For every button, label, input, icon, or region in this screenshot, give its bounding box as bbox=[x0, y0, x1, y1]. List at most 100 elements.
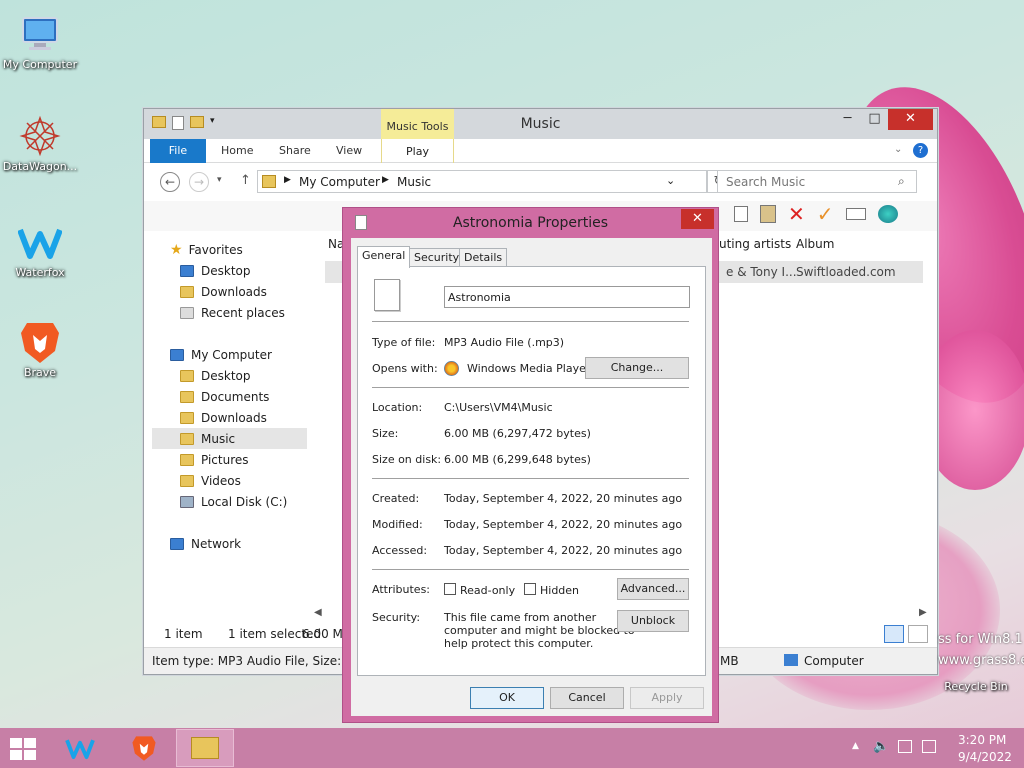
nav-network[interactable]: Network bbox=[170, 534, 241, 554]
hidden-label[interactable]: Hidden bbox=[540, 584, 579, 597]
breadcrumb-my-computer[interactable]: My Computer bbox=[299, 175, 380, 189]
desktop-icon-datawagon[interactable]: DataWagon... bbox=[0, 114, 80, 173]
drive-icon bbox=[180, 496, 194, 508]
recent-places-icon bbox=[180, 307, 194, 319]
unblock-button[interactable]: Unblock bbox=[617, 610, 689, 632]
status-item-count: 1 item bbox=[164, 627, 203, 641]
address-bar[interactable]: ▶ My Computer ▶ Music ⌄ bbox=[257, 170, 707, 193]
location-value: C:\Users\VM4\Music bbox=[444, 401, 553, 414]
desktop-icon-waterfox[interactable]: Waterfox bbox=[0, 220, 80, 279]
nav-recent-places[interactable]: Recent places bbox=[180, 303, 285, 323]
chevron-down-icon[interactable]: ⌄ bbox=[894, 144, 902, 155]
type-value: MP3 Audio File (.mp3) bbox=[444, 336, 565, 349]
details-size: MB bbox=[720, 654, 739, 668]
nav-local-disk[interactable]: Local Disk (C:) bbox=[180, 492, 287, 512]
chevron-down-icon[interactable]: ⌄ bbox=[666, 174, 675, 187]
up-icon[interactable]: ↑ bbox=[240, 173, 251, 188]
tab-view[interactable]: View bbox=[336, 144, 362, 157]
nav-music[interactable]: Music bbox=[180, 429, 235, 449]
filename-field[interactable]: Astronomia bbox=[444, 286, 690, 308]
tab-home[interactable]: Home bbox=[221, 144, 253, 157]
desktop-icon-label: Recycle Bin bbox=[944, 680, 1008, 693]
nav-label: Recent places bbox=[201, 306, 285, 320]
close-button[interactable]: ✕ bbox=[888, 109, 933, 130]
tab-file[interactable]: File bbox=[150, 139, 206, 163]
dialog-close-button[interactable]: ✕ bbox=[681, 209, 714, 229]
tab-details[interactable]: Details bbox=[459, 248, 508, 266]
recycle-bin-icon bbox=[954, 640, 998, 678]
network-icon[interactable] bbox=[898, 740, 912, 753]
details-view-icon[interactable] bbox=[884, 625, 904, 643]
search-icon[interactable]: ⌕ bbox=[898, 174, 905, 189]
nav-videos[interactable]: Videos bbox=[180, 471, 241, 491]
ok-button[interactable]: OK bbox=[470, 687, 544, 709]
documents-folder-icon bbox=[180, 391, 194, 403]
breadcrumb-music[interactable]: Music bbox=[397, 175, 431, 189]
column-contributing-artists[interactable]: uting artists bbox=[719, 237, 791, 251]
large-icons-view-icon[interactable] bbox=[908, 625, 928, 643]
desktop-icon-label: Waterfox bbox=[15, 266, 65, 279]
nav-documents[interactable]: Documents bbox=[180, 387, 269, 407]
nav-my-computer[interactable]: My Computer bbox=[170, 345, 272, 365]
desktop-icon-recycle-bin[interactable]: Recycle Bin bbox=[935, 640, 1017, 693]
tab-general[interactable]: General bbox=[357, 246, 411, 268]
explorer-titlebar[interactable]: ▾ Music Tools Music ─ □ ✕ bbox=[144, 109, 937, 139]
desktop-icon bbox=[180, 265, 194, 277]
search-box[interactable]: Search Music ⌕ bbox=[717, 170, 917, 193]
checkmark-icon[interactable]: ✓ bbox=[817, 204, 834, 224]
scroll-right-icon[interactable]: ▶ bbox=[919, 607, 927, 618]
properties-dialog[interactable]: Astronomia Properties ✕ General Security… bbox=[342, 207, 719, 723]
advanced-button[interactable]: Advanced... bbox=[617, 578, 689, 600]
nav-label: Videos bbox=[201, 474, 241, 488]
clock-time[interactable]: 3:20 PM bbox=[958, 733, 1006, 747]
taskbar-brave-icon[interactable] bbox=[124, 732, 164, 764]
help-icon[interactable]: ? bbox=[913, 143, 928, 158]
nav-downloads[interactable]: Downloads bbox=[180, 282, 267, 302]
recent-locations-icon[interactable]: ▾ bbox=[217, 175, 222, 185]
rename-icon[interactable] bbox=[845, 208, 866, 220]
nav-pictures[interactable]: Pictures bbox=[180, 450, 249, 470]
search-input[interactable]: Search Music bbox=[726, 175, 805, 189]
column-album[interactable]: Album bbox=[796, 237, 834, 251]
delete-icon[interactable]: ✕ bbox=[788, 204, 805, 224]
hidden-checkbox[interactable] bbox=[524, 583, 536, 595]
maximize-button[interactable]: □ bbox=[861, 109, 888, 130]
change-button[interactable]: Change... bbox=[585, 357, 689, 379]
volume-icon[interactable]: 🔈 bbox=[873, 739, 889, 754]
start-windows-icon[interactable] bbox=[10, 738, 36, 760]
action-center-icon[interactable] bbox=[922, 740, 936, 753]
nav-desktop[interactable]: Desktop bbox=[180, 261, 251, 281]
computer-icon bbox=[18, 12, 62, 56]
security-text-line: This file came from another bbox=[444, 611, 597, 624]
readonly-checkbox[interactable] bbox=[444, 583, 456, 595]
nav-computer-desktop[interactable]: Desktop bbox=[180, 366, 251, 386]
taskbar-waterfox-icon[interactable] bbox=[60, 732, 100, 764]
taskbar-file-explorer-icon[interactable] bbox=[176, 729, 234, 767]
minimize-button[interactable]: ─ bbox=[834, 109, 861, 130]
desktop-icon-my-computer[interactable]: My Computer bbox=[0, 12, 80, 71]
divider bbox=[372, 478, 689, 479]
breadcrumb-separator-icon: ▶ bbox=[382, 175, 389, 185]
nav-favorites[interactable]: ★ Favorites bbox=[170, 240, 243, 260]
tab-play[interactable]: Play bbox=[381, 139, 454, 163]
created-label: Created: bbox=[372, 492, 420, 505]
back-icon[interactable]: ← bbox=[160, 172, 180, 192]
clock-date[interactable]: 9/4/2022 bbox=[958, 750, 1012, 764]
cancel-button[interactable]: Cancel bbox=[550, 687, 624, 709]
show-hidden-icons-icon[interactable]: ▲ bbox=[852, 741, 859, 751]
shell-icon[interactable] bbox=[877, 205, 898, 223]
forward-icon[interactable]: → bbox=[189, 172, 209, 192]
tab-share[interactable]: Share bbox=[279, 144, 311, 157]
paste-icon[interactable] bbox=[760, 205, 776, 223]
media-player-icon bbox=[444, 361, 459, 376]
star-icon: ★ bbox=[170, 242, 183, 258]
readonly-label[interactable]: Read-only bbox=[460, 584, 515, 597]
desktop-icon-brave[interactable]: Brave bbox=[0, 320, 80, 379]
tab-security[interactable]: Security bbox=[409, 248, 465, 266]
copy-icon[interactable] bbox=[734, 206, 748, 222]
nav-computer-downloads[interactable]: Downloads bbox=[180, 408, 267, 428]
accessed-value: Today, September 4, 2022, 20 minutes ago bbox=[444, 544, 683, 557]
security-text-line: computer and might be blocked to bbox=[444, 624, 635, 637]
apply-button[interactable]: Apply bbox=[630, 687, 704, 709]
scroll-left-icon[interactable]: ◀ bbox=[314, 607, 322, 618]
